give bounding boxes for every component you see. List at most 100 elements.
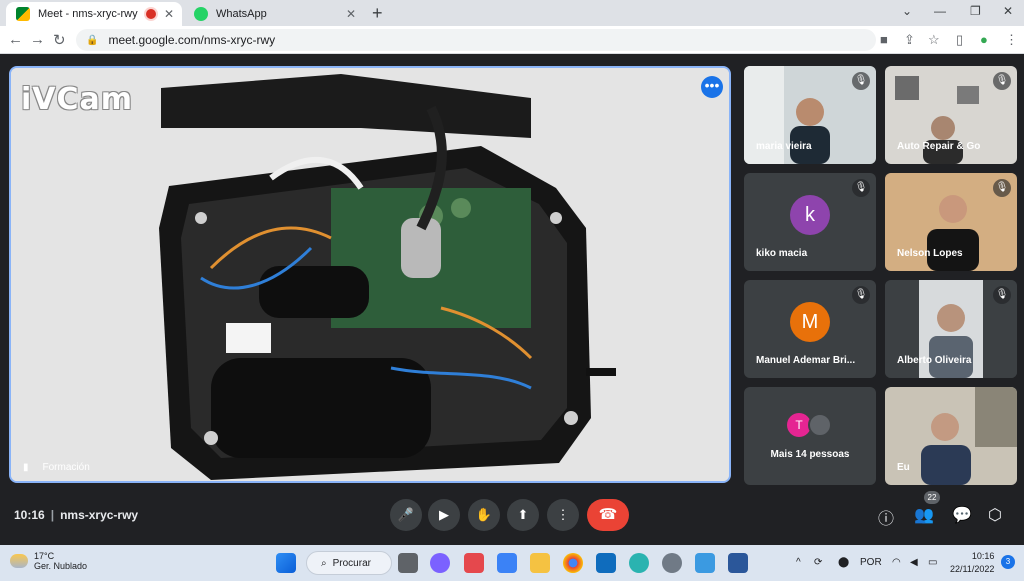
mic-off-icon: 🎙: [852, 179, 870, 197]
participant-tile[interactable]: 🎙 maria vieira: [744, 66, 876, 164]
chat-icon[interactable]: 💬: [952, 505, 972, 525]
participant-name: maria vieira: [756, 141, 812, 152]
outlook-icon[interactable]: [596, 553, 616, 573]
microphone-button[interactable]: 🎤: [390, 499, 422, 531]
mic-off-icon: 🎙: [852, 286, 870, 304]
participant-tile[interactable]: 🎙 Auto Repair & Go: [885, 66, 1017, 164]
tab-meet[interactable]: Meet - nms-xryc-rwy ✕: [6, 2, 182, 26]
more-participants-tile[interactable]: T Mais 14 pessoas: [744, 387, 876, 485]
participant-count-badge: 22: [924, 491, 940, 504]
clock-date: 22/11/2022: [950, 564, 995, 574]
extension-icon[interactable]: ●: [980, 32, 988, 47]
self-tile[interactable]: Eu: [885, 387, 1017, 485]
edge-icon[interactable]: [629, 553, 649, 573]
url-bar[interactable]: 🔒 meet.google.com/nms-xryc-rwy: [76, 29, 876, 51]
close-window-button[interactable]: ✕: [1003, 4, 1013, 18]
share-icon[interactable]: ⇪: [904, 32, 915, 48]
avatar-photo: [808, 413, 832, 437]
present-screen-button[interactable]: ⬆: [507, 499, 539, 531]
restore-button[interactable]: ❐: [970, 4, 981, 18]
meeting-code: nms-xryc-rwy: [60, 508, 139, 522]
clock-time: 10:16: [971, 551, 995, 561]
speaker-icon[interactable]: ◀: [910, 557, 918, 568]
meeting-info: 10:16 | nms-xryc-rwy: [14, 508, 139, 522]
wifi-icon[interactable]: ◠: [892, 557, 901, 568]
bookmark-star-icon[interactable]: ☆: [928, 32, 940, 48]
tray-chevron-icon[interactable]: ^: [796, 557, 801, 568]
task-view-icon[interactable]: [398, 553, 418, 573]
participant-name: Eu: [897, 462, 910, 473]
participant-tile[interactable]: 🎙 Nelson Lopes: [885, 173, 1017, 271]
taskbar-clock[interactable]: 10:16 22/11/2022: [950, 550, 994, 576]
raise-hand-button[interactable]: ✋: [468, 499, 500, 531]
meet-controls-bar: 10:16 | nms-xryc-rwy 🎤 ▶ ✋ ⬆ ⋮ ☎ ⓘ 👥 22 💬 …: [0, 488, 1024, 543]
cloudy-weather-icon: [10, 554, 28, 568]
participant-tile[interactable]: 🎙 Alberto Oliveira: [885, 280, 1017, 378]
tab-whatsapp[interactable]: WhatsApp ✕: [184, 2, 364, 26]
language-indicator[interactable]: POR: [860, 557, 882, 568]
participant-name: Nelson Lopes: [897, 248, 963, 259]
search-label: Procurar: [332, 557, 371, 569]
start-icon[interactable]: [276, 553, 296, 573]
pin-icon: ▮: [23, 462, 29, 473]
presenter-label: ▮ Formación: [23, 462, 90, 473]
avatar: k: [790, 195, 830, 235]
tab-search-icon[interactable]: ⌄: [902, 4, 912, 18]
file-explorer-icon[interactable]: [530, 553, 550, 573]
mic-off-icon: 🎙: [852, 72, 870, 90]
location-icon[interactable]: ⬤: [838, 557, 849, 568]
more-options-icon[interactable]: •••: [701, 76, 723, 98]
gift-icon[interactable]: [464, 553, 484, 573]
photos-icon[interactable]: [695, 553, 715, 573]
avatar: M: [790, 302, 830, 342]
camera-button[interactable]: ▶: [428, 499, 460, 531]
close-tab-icon[interactable]: ✕: [164, 7, 174, 21]
menu-kebab-icon[interactable]: ⋮: [1005, 32, 1018, 48]
battery-icon[interactable]: ▭: [928, 557, 937, 568]
back-button[interactable]: ←: [8, 31, 23, 48]
more-participants-label: Mais 14 pessoas: [770, 449, 850, 460]
word-icon[interactable]: [728, 553, 748, 573]
store-icon[interactable]: [497, 553, 517, 573]
teams-chat-icon[interactable]: [430, 553, 450, 573]
participant-name: Alberto Oliveira: [897, 355, 972, 366]
more-options-button[interactable]: ⋮: [547, 499, 579, 531]
weather-desc: Ger. Nublado: [34, 561, 88, 571]
ivcam-watermark: iVCam: [21, 82, 134, 117]
participant-tile[interactable]: M 🎙 Manuel Ademar Bri...: [744, 280, 876, 378]
meeting-details-icon[interactable]: ⓘ: [878, 505, 894, 529]
minimize-button[interactable]: —: [934, 4, 946, 18]
forward-button[interactable]: →: [30, 31, 45, 48]
new-tab-button[interactable]: +: [372, 3, 383, 24]
url-text: meet.google.com/nms-xryc-rwy: [108, 33, 276, 47]
presenter-video[interactable]: iVCam ••• ▮ Formación: [9, 66, 731, 483]
lock-icon: 🔒: [86, 34, 99, 46]
weather-widget[interactable]: 17°C Ger. Nublado: [10, 551, 87, 571]
side-panel-icon[interactable]: ▯: [956, 32, 963, 48]
leave-call-button[interactable]: ☎: [587, 499, 629, 531]
notification-badge[interactable]: 3: [1001, 555, 1015, 569]
participant-tile[interactable]: k 🎙 kiko macia: [744, 173, 876, 271]
participant-name: kiko macia: [756, 248, 808, 259]
search-icon: ⌕: [321, 557, 327, 569]
taskbar-search[interactable]: ⌕ Procurar: [306, 551, 392, 575]
mic-off-icon: 🎙: [993, 72, 1011, 90]
reload-button[interactable]: ↻: [53, 31, 66, 49]
mic-off-icon: 🎙: [993, 286, 1011, 304]
camera-indicator-icon[interactable]: ■: [880, 32, 888, 47]
tab-meet-title: Meet - nms-xryc-rwy: [38, 8, 138, 20]
people-icon[interactable]: 👥: [914, 505, 934, 525]
settings-icon[interactable]: [662, 553, 682, 573]
chrome-icon[interactable]: [563, 553, 583, 573]
weather-temp: 17°C: [34, 551, 55, 561]
presenter-name: Formación: [42, 462, 90, 473]
participant-name: Auto Repair & Go: [897, 141, 981, 152]
address-bar-row: ← → ↻ 🔒 meet.google.com/nms-xryc-rwy ■ ⇪…: [0, 26, 1024, 54]
mic-off-icon: 🎙: [993, 179, 1011, 197]
browser-tab-strip: Meet - nms-xryc-rwy ✕ WhatsApp ✕ + ⌄ — ❐…: [0, 0, 1024, 26]
activities-icon[interactable]: ⬡: [988, 505, 1002, 525]
sync-icon[interactable]: ⟳: [814, 557, 822, 568]
close-tab-icon[interactable]: ✕: [346, 7, 356, 21]
meet-main: iVCam ••• ▮ Formación 🎙 maria vieira 🎙 A…: [0, 54, 1024, 545]
meeting-time: 10:16: [14, 508, 45, 522]
